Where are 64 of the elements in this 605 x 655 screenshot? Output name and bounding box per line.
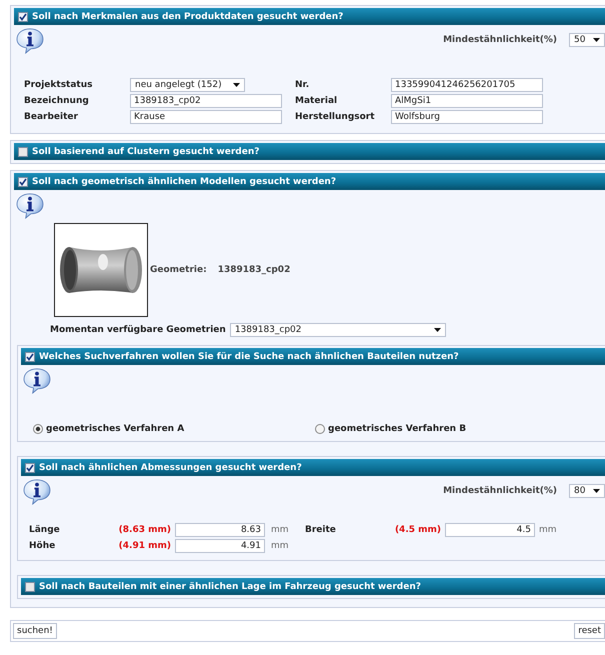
dimension-label: Länge xyxy=(29,525,61,535)
caret-icon xyxy=(593,489,600,493)
checkbox[interactable] xyxy=(25,582,35,592)
dimension-label: Breite xyxy=(305,525,337,535)
dropdown[interactable]: neu angelegt (152) xyxy=(130,78,245,92)
field-label: Bezeichnung xyxy=(24,96,90,106)
checkbox[interactable] xyxy=(25,352,35,362)
section-header[interactable]: Soll nach Merkmalen aus den Produktdaten gesucht werden? xyxy=(14,8,605,25)
unit-label: mm xyxy=(270,541,290,551)
info-icon[interactable] xyxy=(16,193,44,219)
radio-label: geometrisches Verfahren B xyxy=(328,424,466,434)
reference-value: (4.5 mm) xyxy=(394,525,442,535)
caret-icon xyxy=(593,38,600,42)
number-field[interactable]: 4.5 xyxy=(445,523,535,537)
info-icon[interactable] xyxy=(16,28,44,54)
section-header[interactable]: Soll nach ähnlichen Abmessungen gesucht werden? xyxy=(21,459,605,476)
section-header[interactable]: Welches Suchverfahren wollen Sie für die Suche nach ähnlichen Bauteilen nutzen? xyxy=(21,348,605,365)
text-field[interactable]: 133599041246256201705 xyxy=(391,78,543,92)
info-icon[interactable] xyxy=(23,479,51,505)
geometry-list-label: Momentan verfügbare Geometrien xyxy=(50,325,226,335)
dropdown[interactable]: 50 xyxy=(569,33,605,47)
checkbox[interactable] xyxy=(18,146,28,156)
number-field[interactable]: 4.91 xyxy=(175,539,265,553)
section-title: Soll nach geometrisch ähnlichen Modellen gesucht werden? xyxy=(32,176,336,186)
number-field[interactable]: 8.63 xyxy=(175,523,265,537)
similarity-label: Mindestähnlichkeit(%) xyxy=(443,35,557,45)
radio-button[interactable] xyxy=(315,424,325,434)
section-title: Soll basierend auf Clustern gesucht werden? xyxy=(32,146,260,156)
field-label: Nr. xyxy=(295,80,310,90)
text-field[interactable]: Wolfsburg xyxy=(391,110,543,124)
unit-label: mm xyxy=(538,525,557,535)
section-header[interactable]: Soll basierend auf Clustern gesucht werden? xyxy=(14,143,605,160)
unit-label: mm xyxy=(270,525,290,535)
text-field[interactable]: Krause xyxy=(130,110,282,124)
action-button[interactable]: reset xyxy=(574,623,605,639)
action-button[interactable]: suchen! xyxy=(13,623,57,639)
field-label: Material xyxy=(295,96,338,106)
reference-value: (4.91 mm) xyxy=(118,541,172,551)
checkbox[interactable] xyxy=(18,12,28,22)
section-title: Soll nach ähnlichen Abmessungen gesucht werden? xyxy=(39,462,302,472)
section-header[interactable]: Soll nach Bauteilen mit einer ähnlichen Lage im Fahrzeug gesucht werden? xyxy=(21,578,605,595)
section-title: Soll nach Bauteilen mit einer ähnlichen Lage im Fahrzeug gesucht werden? xyxy=(39,582,421,592)
dimension-label: Höhe xyxy=(29,541,56,551)
caret-icon xyxy=(434,328,441,332)
dropdown[interactable]: 80 xyxy=(569,484,605,498)
similarity-label: Mindestähnlichkeit(%) xyxy=(443,486,557,496)
checkbox[interactable] xyxy=(18,176,28,186)
section-title: Soll nach Merkmalen aus den Produktdaten gesucht werden? xyxy=(32,12,344,22)
reference-value: (8.63 mm) xyxy=(118,525,172,535)
geometry-label: Geometrie: xyxy=(150,265,207,275)
radio-button[interactable] xyxy=(33,424,43,434)
caret-icon xyxy=(233,83,240,87)
radio-label: geometrisches Verfahren A xyxy=(46,424,184,434)
section-title: Welches Suchverfahren wollen Sie für die Suche nach ähnlichen Bauteilen nutzen? xyxy=(39,352,459,362)
checkbox[interactable] xyxy=(25,462,35,472)
field-label: Herstellungsort xyxy=(295,112,376,122)
info-icon[interactable] xyxy=(23,368,51,394)
text-field[interactable]: 1389183_cp02 xyxy=(130,94,282,108)
geometry-value: 1389183_cp02 xyxy=(218,265,290,275)
field-label: Projektstatus xyxy=(24,80,94,90)
text-field[interactable]: AlMgSi1 xyxy=(391,94,543,108)
field-label: Bearbeiter xyxy=(24,112,79,122)
dropdown[interactable]: 1389183_cp02 xyxy=(230,323,446,337)
section-header[interactable]: Soll nach geometrisch ähnlichen Modellen gesucht werden? xyxy=(14,173,605,190)
